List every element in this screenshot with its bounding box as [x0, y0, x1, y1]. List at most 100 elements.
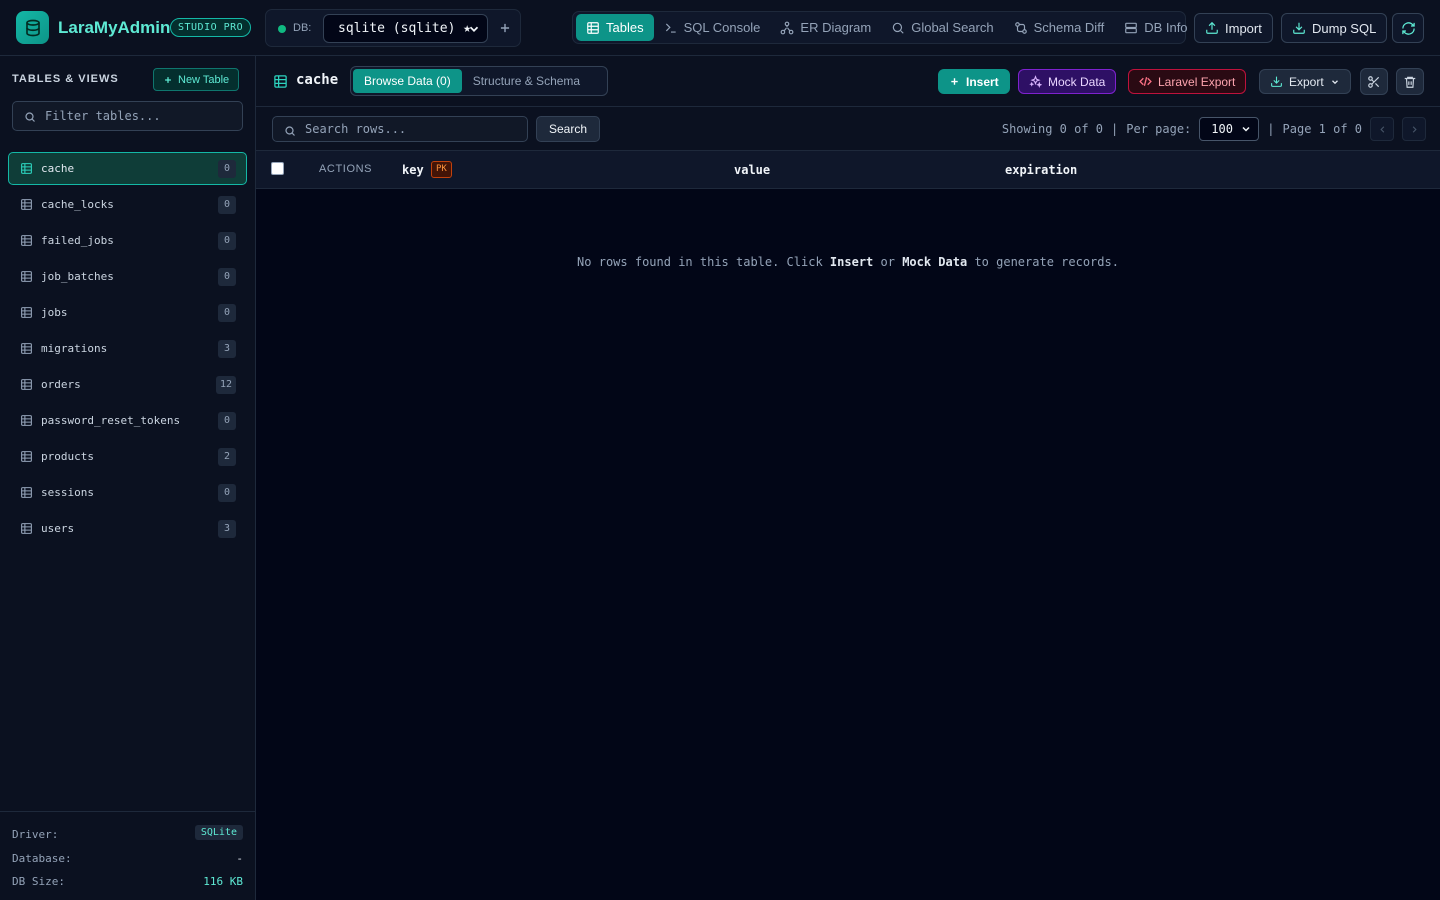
row-count-badge: 0 [218, 196, 236, 214]
sidebar-item-cache-locks[interactable]: cache_locks 0 [8, 188, 247, 221]
add-connection-button[interactable] [495, 18, 515, 38]
column-header-actions: ACTIONS [319, 163, 373, 175]
scissors-icon [1368, 75, 1380, 88]
table-icon [21, 523, 32, 534]
tab-browse-data[interactable]: Browse Data (0) [353, 69, 462, 93]
nav-sql-console[interactable]: SQL Console [654, 14, 771, 41]
table-name: users [41, 522, 75, 535]
chevron-down-icon [1242, 126, 1250, 132]
row-count-badge: 0 [218, 232, 236, 250]
sidebar-item-sessions[interactable]: sessions 0 [8, 476, 247, 509]
column-header-key[interactable]: key [402, 163, 424, 177]
refresh-button[interactable] [1392, 13, 1424, 43]
row-count-badge: 2 [218, 448, 236, 466]
nav-db-info-label: DB Info [1144, 20, 1188, 35]
download-icon [1271, 76, 1282, 87]
sidebar-item-jobs[interactable]: jobs 0 [8, 296, 247, 329]
connection-select-value: sqlite (sqlite) ★ [338, 21, 472, 36]
primary-key-badge: PK [431, 161, 452, 178]
app-name: LaraMyAdmin [58, 18, 171, 37]
nav-schema-diff-label: Schema Diff [1033, 20, 1105, 35]
table-name: orders [41, 378, 81, 391]
table-header-bar: cache Browse Data (0) Structure & Schema… [256, 56, 1440, 107]
nav-global-search[interactable]: Global Search [881, 14, 1003, 41]
table-name: migrations [41, 342, 108, 355]
truncate-button[interactable] [1360, 68, 1388, 95]
connection-select[interactable]: sqlite (sqlite) ★ [323, 14, 488, 43]
database-row: Database: - [12, 852, 243, 868]
nav-er-diagram-label: ER Diagram [800, 20, 872, 35]
prev-page-button[interactable] [1370, 117, 1394, 141]
plus-icon [951, 78, 958, 85]
database-label: Database: [12, 852, 72, 865]
search-icon [285, 126, 295, 136]
per-page-select[interactable]: 100 [1199, 117, 1260, 141]
search-button[interactable]: Search [536, 116, 601, 142]
nav-db-info[interactable]: DB Info [1114, 14, 1197, 41]
insert-button[interactable]: Insert [938, 69, 1010, 94]
delete-table-button[interactable] [1396, 68, 1424, 95]
sidebar-item-orders[interactable]: orders 12 [8, 368, 247, 401]
logo[interactable] [16, 11, 49, 44]
db-size-row: DB Size: 116 KB [12, 875, 243, 891]
page-title: cache [296, 72, 339, 88]
row-count-badge: 0 [218, 268, 236, 286]
new-table-button[interactable]: New Table [153, 68, 240, 91]
main-nav: Tables SQL Console ER Diagram Global Sea… [572, 11, 1188, 44]
refresh-icon [1401, 21, 1415, 35]
sidebar-item-password-reset-tokens[interactable]: password_reset_tokens 0 [8, 404, 247, 437]
sidebar-item-job-batches[interactable]: job_batches 0 [8, 260, 247, 293]
separator: | [1111, 122, 1119, 136]
per-page-label: Per page: [1126, 122, 1192, 136]
table-name: jobs [41, 306, 68, 319]
insert-label: Insert [966, 74, 999, 89]
export-label: Export [1289, 74, 1324, 89]
separator: | [1267, 122, 1275, 136]
database-value: - [236, 852, 243, 865]
diff-icon [1014, 21, 1027, 34]
database-icon [1125, 22, 1138, 33]
column-header-value[interactable]: value [734, 163, 770, 177]
laravel-export-button[interactable]: Laravel Export [1128, 69, 1247, 94]
sidebar: TABLES & VIEWS New Table cache 0 cache_l… [0, 56, 256, 900]
sparkles-icon [1029, 75, 1042, 88]
table-icon [21, 379, 32, 390]
nav-schema-diff[interactable]: Schema Diff [1004, 14, 1115, 41]
search-rows-box [272, 116, 528, 142]
diagram-icon [781, 21, 794, 34]
nav-er-diagram[interactable]: ER Diagram [770, 14, 881, 41]
filter-tables-input[interactable] [45, 106, 235, 126]
sidebar-item-migrations[interactable]: migrations 3 [8, 332, 247, 365]
laravel-export-label: Laravel Export [1158, 74, 1236, 89]
driver-label: Driver: [12, 828, 59, 841]
sidebar-item-users[interactable]: users 3 [8, 512, 247, 545]
table-name: failed_jobs [41, 234, 114, 247]
table-icon [21, 451, 32, 462]
nav-tables[interactable]: Tables [576, 14, 654, 41]
import-button[interactable]: Import [1194, 13, 1273, 43]
download-icon [1293, 22, 1305, 34]
select-all-checkbox[interactable] [271, 162, 284, 175]
tab-structure-schema[interactable]: Structure & Schema [462, 69, 591, 93]
table-name: job_batches [41, 270, 114, 283]
table-icon [587, 21, 599, 34]
sidebar-item-cache[interactable]: cache 0 [8, 152, 247, 185]
dump-sql-button[interactable]: Dump SQL [1281, 13, 1388, 43]
sidebar-item-products[interactable]: products 2 [8, 440, 247, 473]
chevron-left-icon [1379, 125, 1384, 133]
per-page-value: 100 [1211, 122, 1233, 136]
table-name: cache_locks [41, 198, 114, 211]
export-dropdown-button[interactable]: Export [1259, 69, 1351, 94]
import-label: Import [1225, 20, 1262, 36]
dump-sql-label: Dump SQL [1312, 20, 1377, 36]
sidebar-item-failed-jobs[interactable]: failed_jobs 0 [8, 224, 247, 257]
table-name: products [41, 450, 94, 463]
row-count-badge: 0 [218, 484, 236, 502]
column-header-expiration[interactable]: expiration [1005, 163, 1077, 177]
mock-data-button[interactable]: Mock Data [1018, 69, 1117, 94]
nav-sql-console-label: SQL Console [683, 20, 761, 35]
driver-badge: SQLite [194, 825, 243, 840]
search-rows-input[interactable] [305, 120, 520, 138]
showing-count: Showing 0 of 0 [1001, 122, 1104, 136]
next-page-button[interactable] [1402, 117, 1426, 141]
